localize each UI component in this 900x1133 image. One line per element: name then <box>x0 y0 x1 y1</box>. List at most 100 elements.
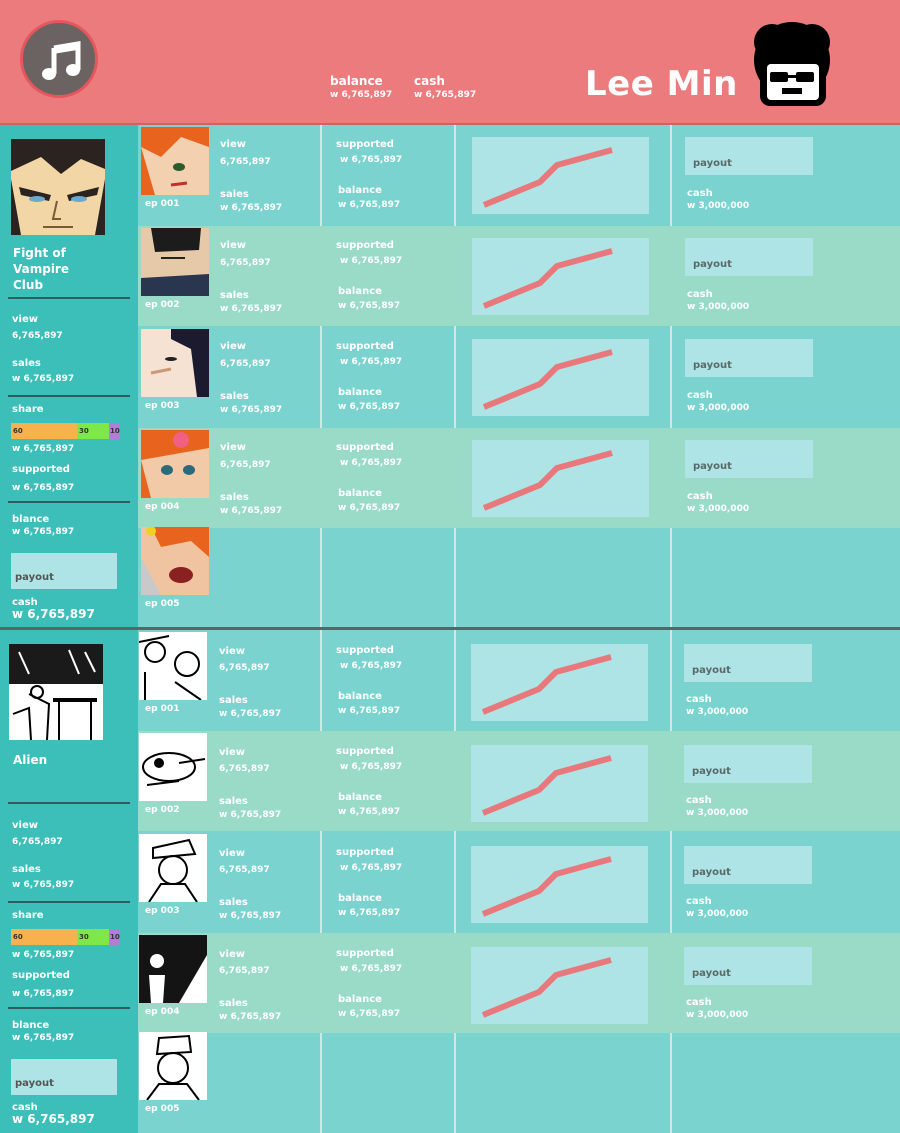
episode-sales-value: w 6,765,897 <box>220 405 283 415</box>
episode-sales-value: w 6,765,897 <box>219 1012 282 1022</box>
payout-button[interactable]: payout <box>684 846 812 884</box>
trend-chart <box>471 947 648 1024</box>
series-sales-label: sales <box>12 864 41 875</box>
episode-number: ep 003 <box>145 906 180 916</box>
series-title[interactable]: Fight of Vampire Club <box>13 245 83 293</box>
series-payout-button[interactable]: payout <box>11 1059 117 1095</box>
episode-supported-value: w 6,765,897 <box>340 357 403 367</box>
episode-view-value: 6,765,897 <box>219 764 270 774</box>
episode-row[interactable]: ep 004 view 6,765,897 sales w 6,765,897 … <box>138 428 900 528</box>
episode-balance-value: w 6,765,897 <box>338 301 401 311</box>
episode-balance-value: w 6,765,897 <box>338 402 401 412</box>
series-balance-label: blance <box>12 514 50 525</box>
episode-view-label: view <box>220 240 246 251</box>
episode-row[interactable]: ep 002 view 6,765,897 sales w 6,765,897 … <box>138 226 900 326</box>
episode-balance-label: balance <box>338 387 382 398</box>
episode-balance-value: w 6,765,897 <box>338 908 401 918</box>
episode-row[interactable]: ep 003 view 6,765,897 sales w 6,765,897 … <box>138 327 900 427</box>
episode-row[interactable]: ep 005 <box>138 1030 900 1130</box>
music-button[interactable] <box>20 20 98 98</box>
episode-cash-label: cash <box>686 694 712 705</box>
payout-button[interactable]: payout <box>684 644 812 682</box>
payout-button[interactable]: payout <box>685 339 813 377</box>
episode-row[interactable]: ep 003 view 6,765,897 sales w 6,765,897 … <box>138 832 900 932</box>
episode-cash-value: w 3,000,000 <box>687 302 750 312</box>
episode-cash-label: cash <box>687 188 713 199</box>
episode-thumbnail[interactable] <box>141 329 209 397</box>
episode-thumbnail[interactable] <box>139 1032 207 1100</box>
trend-line-icon <box>481 957 612 1018</box>
episode-art <box>139 1032 207 1100</box>
episode-balance-label: balance <box>338 185 382 196</box>
trend-line-icon <box>482 147 613 208</box>
episode-number: ep 001 <box>145 704 180 714</box>
payout-label: payout <box>693 259 732 270</box>
episode-thumbnail[interactable] <box>141 527 209 595</box>
series-sales-label: sales <box>12 358 41 369</box>
payout-button[interactable]: payout <box>685 137 813 175</box>
series-cover-image[interactable] <box>11 139 105 235</box>
episode-supported-label: supported <box>336 240 394 251</box>
divider <box>8 901 130 903</box>
trend-line-icon <box>481 654 612 715</box>
series-cash-value: w 6,765,897 <box>12 607 95 621</box>
episode-row[interactable]: ep 004 view 6,765,897 sales w 6,765,897 … <box>138 933 900 1033</box>
episode-number: ep 005 <box>145 1104 180 1114</box>
episode-view-value: 6,765,897 <box>219 663 270 673</box>
episode-view-value: 6,765,897 <box>219 865 270 875</box>
episode-supported-label: supported <box>336 341 394 352</box>
episode-thumbnail[interactable] <box>139 632 207 700</box>
payout-label: payout <box>692 867 731 878</box>
series-view-label: view <box>12 314 38 325</box>
episode-balance-label: balance <box>338 691 382 702</box>
episode-sales-label: sales <box>219 897 248 908</box>
header-cash-label: cash <box>414 74 445 88</box>
series-payout-label: payout <box>15 572 54 583</box>
user-name: Lee Min <box>585 64 738 104</box>
episode-sales-label: sales <box>219 796 248 807</box>
series-supported-value: w 6,765,897 <box>12 483 75 493</box>
episode-balance-label: balance <box>338 994 382 1005</box>
episode-art <box>141 228 209 296</box>
vampire-cover-art <box>11 139 105 235</box>
series-payout-button[interactable]: payout <box>11 553 117 589</box>
trend-chart <box>471 745 648 822</box>
trend-line-icon <box>482 248 613 309</box>
episode-view-label: view <box>219 848 245 859</box>
episode-thumbnail[interactable] <box>141 228 209 296</box>
header-balance: balance w 6,765,897 <box>330 74 392 100</box>
episode-row[interactable]: ep 005 <box>138 525 900 625</box>
user-avatar[interactable] <box>742 20 842 110</box>
divider <box>8 1007 130 1009</box>
payout-button[interactable]: payout <box>685 238 813 276</box>
payout-button[interactable]: payout <box>684 947 812 985</box>
episode-thumbnail[interactable] <box>139 834 207 902</box>
episode-supported-value: w 6,765,897 <box>340 964 403 974</box>
episode-thumbnail[interactable] <box>139 935 207 1003</box>
divider <box>8 802 130 804</box>
header-cash-value: w 6,765,897 <box>414 90 477 100</box>
top-header: balance w 6,765,897 cash w 6,765,897 Lee… <box>0 0 900 125</box>
series-share-label: share <box>12 404 44 415</box>
episode-row[interactable]: ep 002 view 6,765,897 sales w 6,765,897 … <box>138 731 900 831</box>
episode-thumbnail[interactable] <box>141 430 209 498</box>
series-title[interactable]: Alien <box>13 752 83 768</box>
payout-label: payout <box>693 158 732 169</box>
episode-thumbnail[interactable] <box>141 127 209 195</box>
payout-button[interactable]: payout <box>684 745 812 783</box>
episode-balance-label: balance <box>338 286 382 297</box>
episode-supported-value: w 6,765,897 <box>340 863 403 873</box>
episode-row[interactable]: ep 001 view 6,765,897 sales w 6,765,897 … <box>138 125 900 225</box>
header-cash: cash w 6,765,897 <box>414 74 476 100</box>
episode-supported-label: supported <box>336 948 394 959</box>
episode-row[interactable]: ep 001 view 6,765,897 sales w 6,765,897 … <box>138 630 900 730</box>
episode-number: ep 004 <box>145 1007 180 1017</box>
header-balance-label: balance <box>330 74 383 88</box>
episode-thumbnail[interactable] <box>139 733 207 801</box>
episode-view-label: view <box>219 747 245 758</box>
payout-button[interactable]: payout <box>685 440 813 478</box>
series-cover-image[interactable] <box>9 644 103 740</box>
series-sidebar: Fight of Vampire Club view 6,765,897 sal… <box>0 125 138 628</box>
episode-view-label: view <box>220 139 246 150</box>
episode-sales-label: sales <box>219 695 248 706</box>
